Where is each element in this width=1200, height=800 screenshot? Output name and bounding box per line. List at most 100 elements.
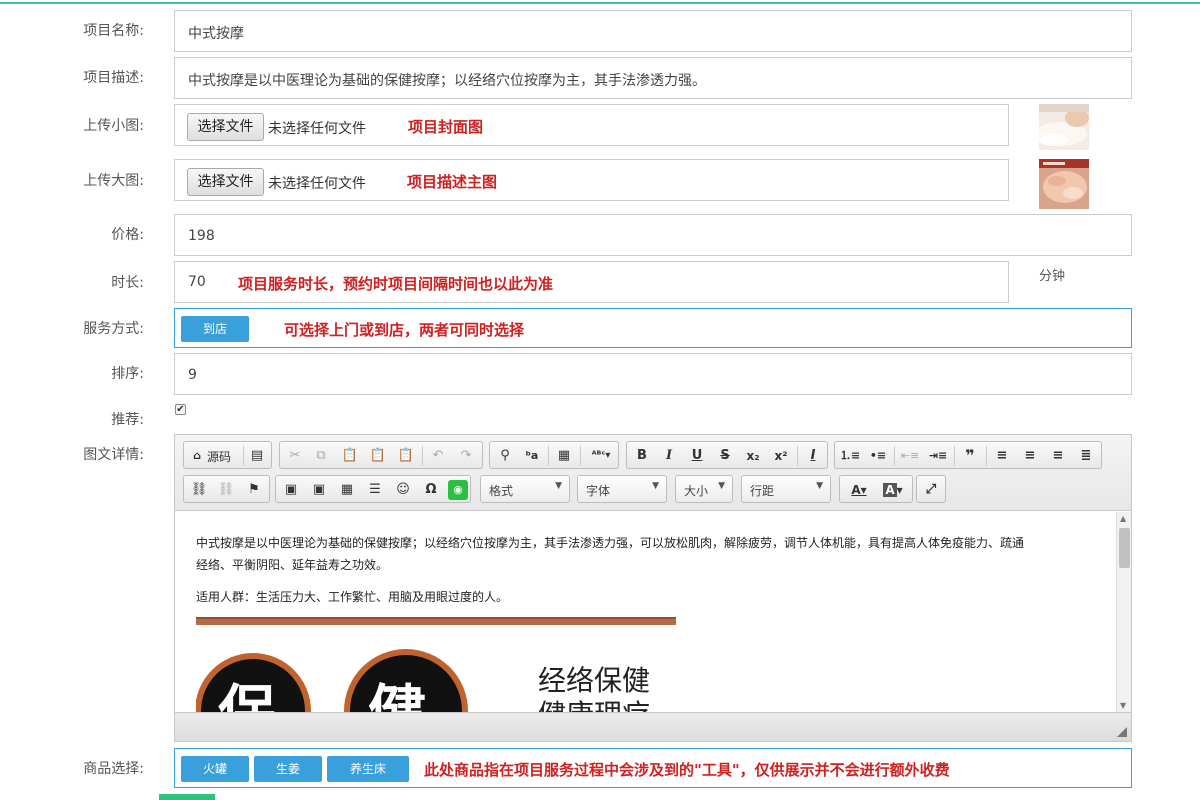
recommend-checkbox[interactable]: ✔ [175, 404, 186, 415]
duration-label: 时长: [111, 275, 144, 291]
align-right-icon[interactable]: ≡ [1048, 446, 1068, 466]
align-left-icon[interactable]: ≡ [992, 446, 1012, 466]
service-mode-select: 到店 可选择上门或到店，两者可同时选择 [174, 308, 1132, 348]
project-name-input[interactable]: 中式按摩 [174, 10, 1132, 52]
copy-icon[interactable]: ⧉ [311, 446, 331, 466]
source-icon[interactable]: ⌂ [187, 446, 207, 466]
paste-icon[interactable]: 📋 [340, 446, 360, 466]
editor-statusbar [175, 712, 1131, 741]
underline-icon[interactable]: U [687, 446, 707, 466]
editor-scrollbar[interactable]: ▲ ▼ [1116, 512, 1131, 712]
special-char-icon[interactable]: Ω [421, 480, 441, 500]
toolbar-group-find: ⚲ ᵇa ▦ ᴬᴮᶜ▾ [489, 441, 619, 469]
bold-icon[interactable]: B [632, 446, 652, 466]
toolbar-group-colors: A▾ A ▾ [839, 475, 913, 503]
horizontal-rule-icon[interactable]: ☰ [365, 480, 385, 500]
content-paragraph-2: 适用人群：生活压力大、工作繁忙、用脑及用眼过度的人。 [196, 590, 509, 604]
text-color-icon[interactable]: A▾ [844, 480, 874, 500]
link-icon[interactable]: ⛓ [189, 480, 209, 500]
project-desc-value: 中式按摩是以中医理论为基础的保健按摩；以经络穴位按摩为主，其手法渗透力强。 [188, 73, 706, 89]
paste-text-icon[interactable]: 📋 [368, 446, 388, 466]
flash-image-icon[interactable]: ▣ [309, 480, 329, 500]
align-center-icon[interactable]: ≡ [1020, 446, 1040, 466]
duration-note: 项目服务时长，预约时项目间隔时间也以此为准 [238, 275, 554, 293]
large-image-status: 未选择任何文件 [268, 176, 366, 192]
resize-handle-icon[interactable] [1117, 727, 1127, 737]
find-icon[interactable]: ⚲ [495, 446, 515, 466]
rich-text-editor: ⌂ 源码 ▤ ✂ ⧉ 📋 📋 📋 ↶ ↷ ⚲ ᵇa ▦ ᴬᴮᶜ▾ B I U S… [174, 434, 1132, 742]
source-button-label[interactable]: 源码 [207, 448, 231, 465]
large-image-thumbnail [1039, 159, 1089, 209]
numbered-list-icon[interactable]: ⒈≡ [840, 446, 860, 466]
maximize-icon[interactable]: ⤢ [921, 480, 941, 500]
image-big-char-1: 保 [218, 678, 277, 712]
row-duration: 时长: 70 项目服务时长，预约时项目间隔时间也以此为准 分钟 [0, 261, 1200, 303]
small-image-label: 上传小图: [83, 118, 144, 134]
bulleted-list-icon[interactable]: •≡ [868, 446, 888, 466]
project-desc-input[interactable]: 中式按摩是以中医理论为基础的保健按摩；以经络穴位按摩为主，其手法渗透力强。 [174, 57, 1132, 99]
subscript-icon[interactable]: x₂ [743, 446, 763, 466]
table-icon[interactable]: ▦ [337, 480, 357, 500]
service-mode-note: 可选择上门或到店，两者可同时选择 [284, 321, 525, 339]
cut-icon[interactable]: ✂ [285, 446, 305, 466]
sort-value: 9 [188, 367, 197, 383]
chevron-down-icon: ▼ [555, 481, 562, 491]
select-all-icon[interactable]: ▦ [554, 446, 574, 466]
indent-icon[interactable]: ⇥≡ [928, 446, 948, 466]
large-image-upload: 选择文件 未选择任何文件 项目描述主图 [174, 159, 1009, 201]
toolbar-group-insert: ▣ ▣ ▦ ☰ ☺ Ω ◉ [275, 475, 471, 503]
toolbar-group-document: ⌂ 源码 ▤ [183, 441, 272, 469]
chevron-down-icon: ▼ [816, 481, 823, 491]
small-image-choose-button[interactable]: 选择文件 [187, 113, 264, 141]
image-icon[interactable]: ▣ [281, 480, 301, 500]
row-small-image: 上传小图: 选择文件 未选择任何文件 项目封面图 [0, 104, 1200, 150]
undo-icon[interactable]: ↶ [428, 446, 448, 466]
price-input[interactable]: 198 [174, 214, 1132, 256]
superscript-icon[interactable]: x² [771, 446, 791, 466]
goods-item-bed[interactable]: 养生床 [327, 756, 409, 782]
paste-word-icon[interactable]: 📋 [396, 446, 416, 466]
font-dropdown-label: 字体 [586, 484, 611, 498]
wechat-icon[interactable]: ◉ [448, 480, 468, 500]
align-justify-icon[interactable]: ≣ [1076, 446, 1096, 466]
image-big-char-2: 健 [368, 678, 427, 712]
size-dropdown[interactable]: 大小 ▼ [675, 475, 733, 503]
large-image-choose-button[interactable]: 选择文件 [187, 168, 264, 196]
project-desc-label: 项目描述: [83, 70, 144, 86]
small-image-thumbnail [1039, 104, 1089, 150]
project-name-label: 项目名称: [83, 23, 144, 39]
italic-icon[interactable]: I [659, 446, 679, 466]
service-option-store[interactable]: 到店 [181, 316, 249, 342]
template-icon[interactable]: ▤ [247, 446, 267, 466]
font-dropdown[interactable]: 字体 ▼ [577, 475, 667, 503]
format-dropdown[interactable]: 格式 ▼ [480, 475, 570, 503]
price-value: 198 [188, 228, 215, 244]
bg-color-icon[interactable]: A ▾ [878, 480, 908, 500]
anchor-flag-icon[interactable]: ⚑ [244, 480, 264, 500]
smiley-icon[interactable]: ☺ [393, 480, 413, 500]
content-image: 保 健 经络保健 健康理疗 [196, 617, 676, 712]
sort-input[interactable]: 9 [174, 353, 1132, 395]
remove-format-icon[interactable]: I [803, 446, 823, 466]
small-image-note: 项目封面图 [408, 118, 484, 136]
replace-icon[interactable]: ᵇa [522, 446, 542, 466]
scroll-down-icon[interactable]: ▼ [1120, 701, 1126, 710]
strike-icon[interactable]: S [715, 446, 735, 466]
lineheight-dropdown[interactable]: 行距 ▼ [741, 475, 831, 503]
goods-item-cupping[interactable]: 火罐 [181, 756, 249, 782]
toolbar-group-paragraph: ⒈≡ •≡ ⇤≡ ⇥≡ ❞ ≡ ≡ ≡ ≣ [834, 441, 1102, 469]
redo-icon[interactable]: ↷ [456, 446, 476, 466]
row-recommend: 推荐: ✔ [0, 402, 1200, 428]
spellcheck-icon[interactable]: ᴬᴮᶜ▾ [586, 446, 616, 466]
blockquote-icon[interactable]: ❞ [960, 446, 980, 466]
scroll-up-icon[interactable]: ▲ [1120, 514, 1126, 523]
scrollbar-thumb[interactable] [1119, 528, 1130, 568]
goods-select: 火罐 生姜 养生床 此处商品指在项目服务过程中会涉及到的"工具"，仅供展示并不会… [174, 748, 1132, 788]
editor-content[interactable]: 中式按摩是以中医理论为基础的保健按摩；以经络穴位按摩为主，其手法渗透力强，可以放… [175, 512, 1115, 712]
outdent-icon[interactable]: ⇤≡ [900, 446, 920, 466]
duration-input[interactable]: 70 项目服务时长，预约时项目间隔时间也以此为准 [174, 261, 1009, 303]
toolbar-group-links: ⛓ ⛓ ⚑ [183, 475, 270, 503]
submit-button-edge[interactable] [159, 794, 215, 800]
goods-item-ginger[interactable]: 生姜 [254, 756, 322, 782]
unlink-icon[interactable]: ⛓ [216, 480, 236, 500]
